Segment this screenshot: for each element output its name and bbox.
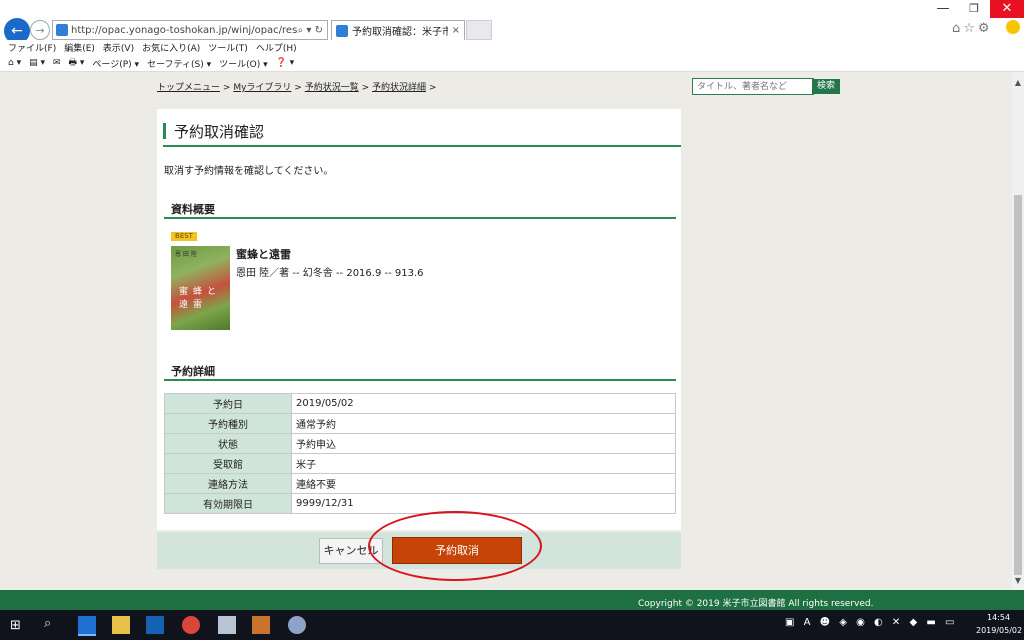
cmd-print[interactable]: 🖶 ▾ [69, 55, 85, 71]
breadcrumb-reservation-list[interactable]: 予約状況一覧 [305, 83, 359, 93]
section-divider [164, 217, 676, 219]
detail-label: 予約種別 [164, 413, 292, 434]
outlook-taskbar-icon[interactable] [146, 616, 164, 634]
command-bar: ⌂ ▾ ▤ ▾ ✉ 🖶 ▾ ページ(P) ▾ セーフティ(S) ▾ ツール(O)… [0, 55, 1024, 72]
menu-favorites[interactable]: お気に入り(A) [142, 41, 200, 54]
browser-tab[interactable]: 予約取消確認：米子市立図... × [331, 20, 465, 40]
copyright-text: Copyright © 2019 米子市立図書館 All rights rese… [638, 599, 874, 609]
taskbar-clock-time[interactable]: 14:54 [987, 613, 1010, 622]
cover-author-text: 恩 田 陸 [175, 251, 197, 258]
home-favorites-settings-icons[interactable]: ⌂☆⚙ [952, 21, 993, 36]
scrollbar-thumb[interactable] [1014, 195, 1022, 575]
section-divider [164, 379, 676, 381]
cmd-mail[interactable]: ✉ [53, 58, 61, 68]
cmd-page[interactable]: ページ(P) ▾ [92, 57, 139, 70]
chrome-taskbar-icon[interactable] [182, 616, 200, 634]
forward-arrow-icon[interactable]: → [30, 20, 50, 40]
paint-taskbar-icon[interactable] [288, 616, 306, 634]
detail-label: 有効期限日 [164, 493, 292, 514]
highlight-circle [368, 511, 542, 581]
taskbar-search-icon[interactable]: ⌕ [44, 616, 51, 631]
address-bar[interactable]: http://opac.yonago-toshokan.jp/winj/opac… [52, 20, 328, 40]
new-tab-button[interactable] [466, 20, 492, 40]
ie-taskbar-icon[interactable] [78, 616, 96, 636]
minimize-button[interactable]: — [928, 0, 958, 18]
page-title-text: 予約取消確認 [174, 122, 265, 141]
tab-close-icon[interactable]: × [448, 25, 464, 36]
breadcrumb-separator: > [222, 83, 231, 93]
cmd-feeds[interactable]: ▤ ▾ [29, 58, 45, 68]
table-row: 連絡方法 連絡不要 [164, 473, 676, 494]
page-title: 予約取消確認 [163, 117, 681, 147]
section-detail-heading: 予約詳細 [171, 365, 215, 378]
address-controls[interactable]: ⌕ ▾ ↻ [298, 25, 327, 36]
reservation-detail-table: 予約日 2019/05/02 予約種別 通常予約 状態 予約申込 受取館 米子 連絡方法… [164, 393, 676, 514]
menu-tools[interactable]: ツール(T) [208, 41, 248, 54]
taskbar-clock-date[interactable]: 2019/05/02 [976, 626, 1022, 635]
menu-edit[interactable]: 編集(E) [64, 41, 95, 54]
detail-label: 状態 [164, 433, 292, 454]
detail-label: 連絡方法 [164, 473, 292, 494]
breadcrumb-my-library[interactable]: Myライブラリ [233, 83, 291, 93]
detail-value: 9999/12/31 [291, 493, 676, 514]
breadcrumb-separator: > [294, 83, 302, 93]
search-button[interactable]: 検索 [812, 79, 840, 94]
tab-title: 予約取消確認：米子市立図... [352, 27, 448, 38]
breadcrumb: トップメニュー > Myライブラリ > 予約状況一覧 > 予約状況詳細 > [157, 80, 436, 93]
detail-value: 通常予約 [291, 413, 676, 434]
restore-button[interactable]: ❐ [959, 0, 989, 18]
app-taskbar-icon[interactable] [252, 616, 270, 634]
detail-label: 予約日 [164, 393, 292, 414]
address-url: http://opac.yonago-toshokan.jp/winj/opac… [71, 24, 298, 36]
explorer-taskbar-icon[interactable] [112, 616, 130, 634]
menu-help[interactable]: ヘルプ(H) [256, 41, 297, 54]
table-row: 有効期限日 9999/12/31 [164, 493, 676, 514]
cover-title-text: 蜜蜂と遠雷 [179, 287, 222, 310]
detail-label: 受取館 [164, 453, 292, 474]
scroll-down-icon[interactable]: ▼ [1012, 576, 1024, 585]
search-input[interactable] [692, 78, 814, 95]
system-tray-icons[interactable]: ▣ A ☻ ◈ ◉ ◐ ✕ ◆ ▬ ▭ [785, 617, 957, 628]
close-window-button[interactable]: ✕ [990, 0, 1024, 18]
cmd-tools[interactable]: ツール(O) ▾ [219, 57, 268, 70]
detail-value: 米子 [291, 453, 676, 474]
windows-start-icon[interactable]: ⊞ [10, 618, 21, 633]
cmd-safety[interactable]: セーフティ(S) ▾ [147, 57, 211, 70]
intro-text: 取消す予約情報を確認してください。 [164, 166, 334, 177]
detail-value: 2019/05/02 [291, 393, 676, 414]
breadcrumb-top-menu[interactable]: トップメニュー [157, 83, 220, 93]
page-favicon-icon [56, 24, 68, 36]
cmd-home[interactable]: ⌂ ▾ [8, 58, 21, 68]
breadcrumb-separator: > [361, 83, 370, 93]
breadcrumb-separator: > [428, 83, 437, 93]
table-row: 予約種別 通常予約 [164, 413, 676, 434]
title-accent-bar [163, 123, 166, 139]
best-badge: BEST [171, 232, 197, 241]
book-title: 蜜蜂と遠雷 [236, 248, 291, 261]
section-overview-heading: 資料概要 [171, 203, 215, 216]
cmd-help[interactable]: ❓ ▾ [276, 58, 295, 68]
table-row: 状態 予約申込 [164, 433, 676, 454]
book-meta: 恩田 陸／著 -- 幻冬舎 -- 2016.9 -- 913.6 [236, 268, 424, 279]
menu-file[interactable]: ファイル(F) [8, 41, 56, 54]
menu-bar: ファイル(F) 編集(E) 表示(V) お気に入り(A) ツール(T) ヘルプ(… [0, 40, 1024, 55]
notepad-taskbar-icon[interactable] [218, 616, 236, 634]
tab-favicon-icon [336, 24, 348, 37]
feedback-smiley-icon[interactable] [1006, 20, 1020, 34]
table-row: 受取館 米子 [164, 453, 676, 474]
menu-view[interactable]: 表示(V) [103, 41, 134, 54]
table-row: 予約日 2019/05/02 [164, 393, 676, 414]
breadcrumb-reservation-detail[interactable]: 予約状況詳細 [372, 83, 426, 93]
detail-value: 予約申込 [291, 433, 676, 454]
scroll-up-icon[interactable]: ▲ [1012, 78, 1024, 87]
detail-value: 連絡不要 [291, 473, 676, 494]
